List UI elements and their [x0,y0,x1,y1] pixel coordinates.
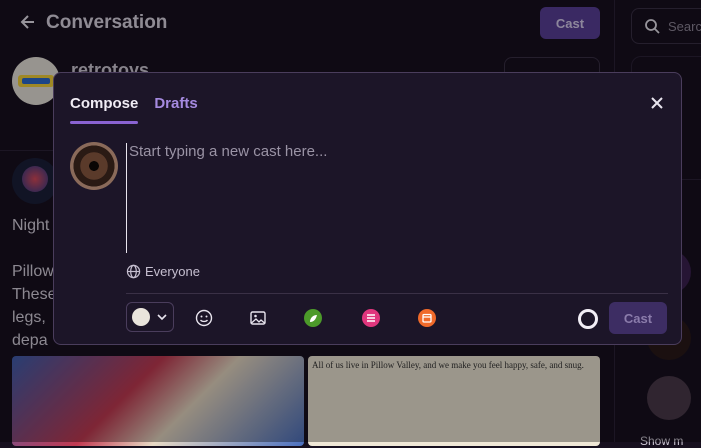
green-app-icon[interactable] [304,309,322,327]
leaf-icon [307,312,319,324]
user-avatar [70,142,118,190]
compose-modal: Compose Drafts Everyone Cast [53,72,682,345]
orange-app-icon[interactable] [418,309,436,327]
tab-drafts[interactable]: Drafts [154,95,197,124]
channel-selector[interactable] [126,302,174,332]
cast-text-input[interactable] [126,143,666,253]
globe-icon [126,264,141,279]
audience-selector[interactable]: Everyone [126,264,200,279]
tab-compose[interactable]: Compose [70,95,138,124]
image-icon [249,309,267,327]
pink-app-icon[interactable] [362,309,380,327]
toolbar-divider [126,293,668,294]
cast-submit-button[interactable]: Cast [609,302,667,334]
lines-icon [365,312,377,324]
emoji-icon [195,309,213,327]
chevron-down-icon [156,311,168,323]
character-counter [578,309,598,329]
compose-tabs: Compose Drafts [70,95,198,124]
emoji-button[interactable] [195,309,213,327]
calendar-icon [421,312,433,324]
audience-label: Everyone [145,264,200,279]
image-button[interactable] [249,309,267,327]
channel-avatar-icon [132,308,150,326]
close-icon[interactable] [649,95,665,111]
